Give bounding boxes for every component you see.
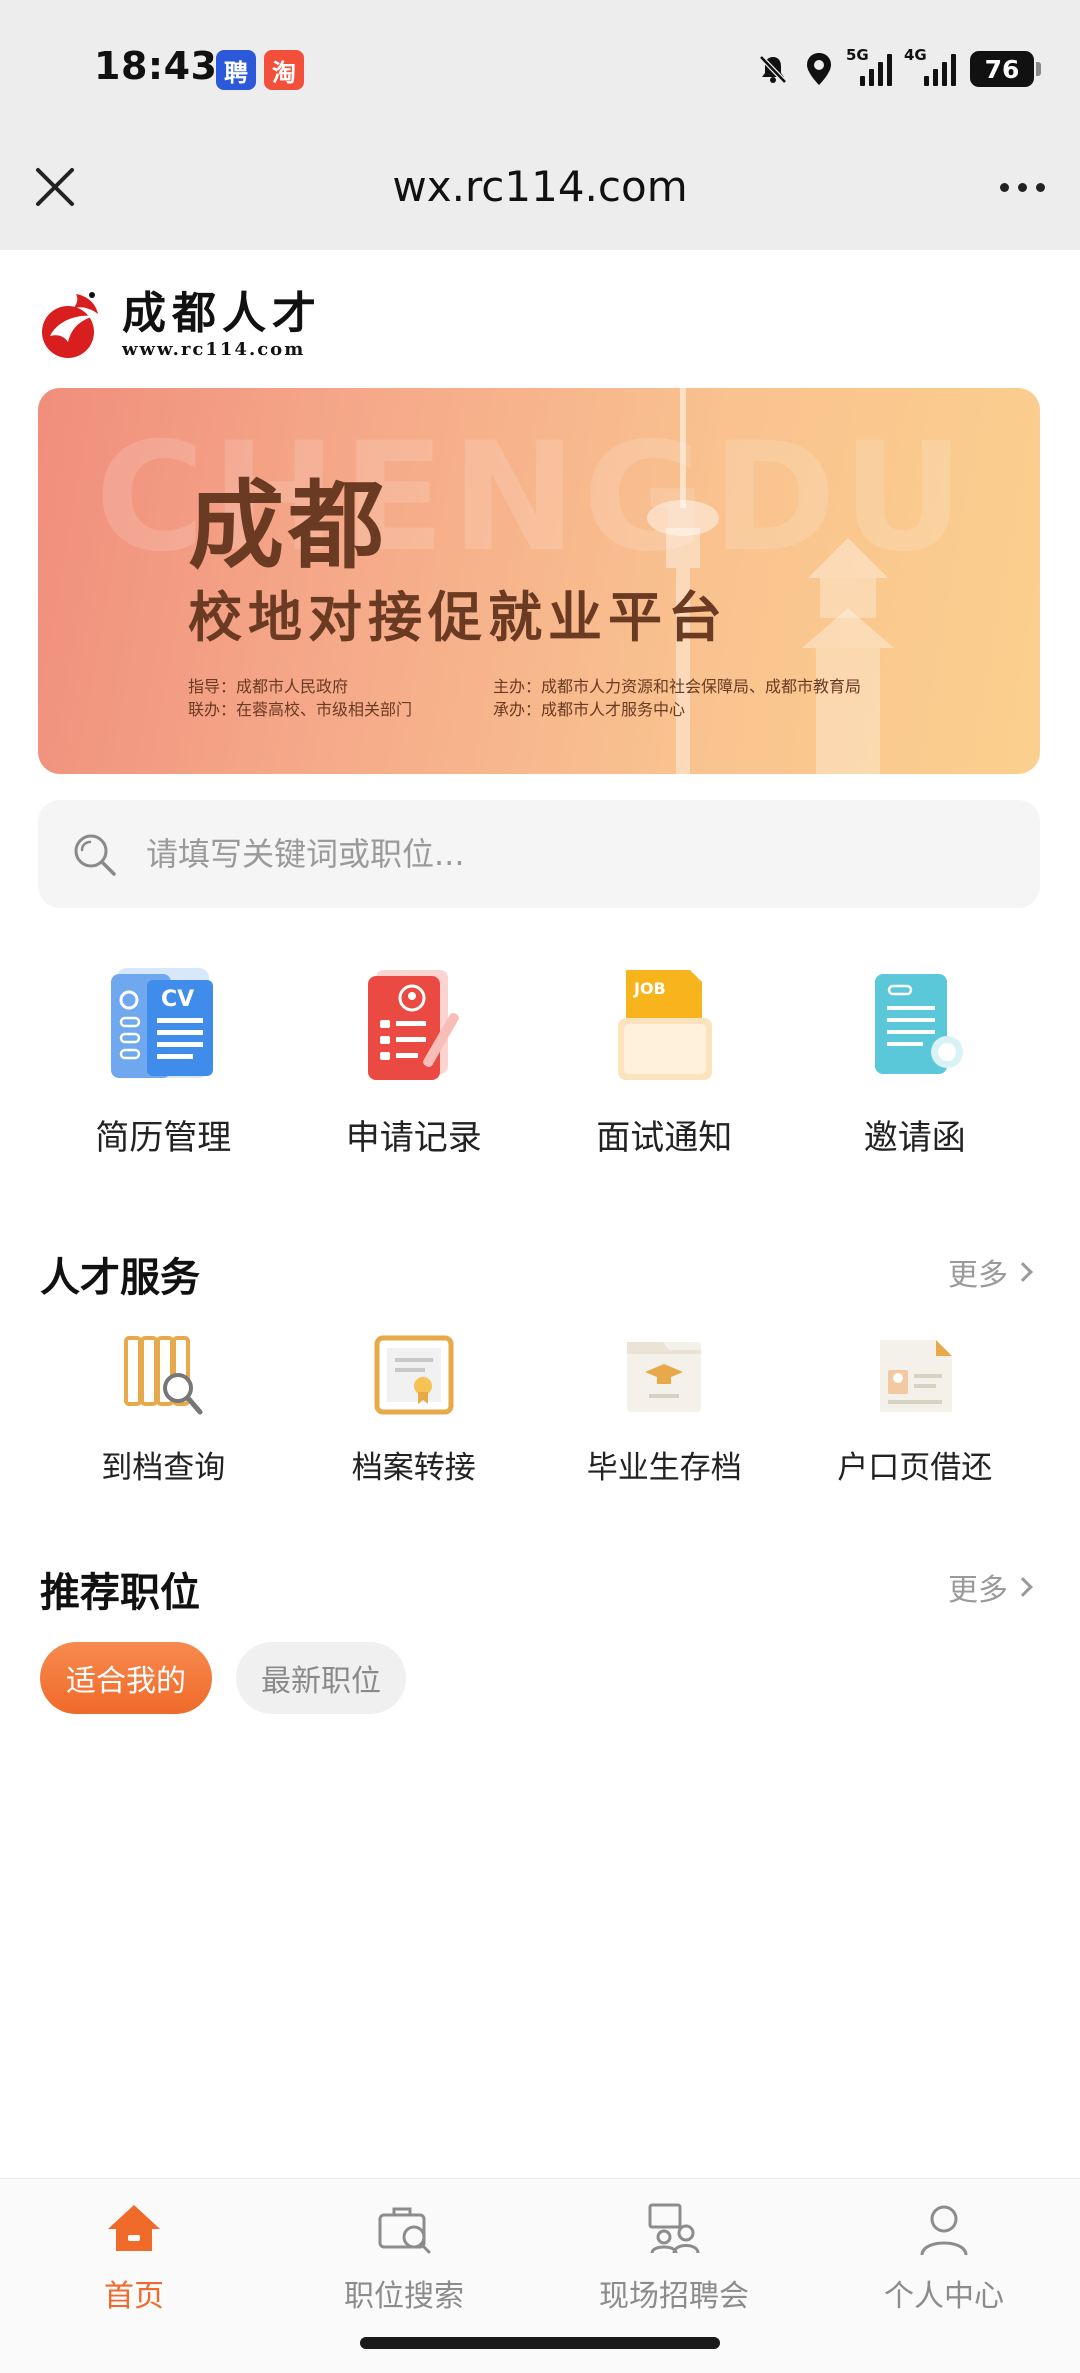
- tag-suitable-for-me[interactable]: 适合我的: [40, 1642, 212, 1714]
- logo-url: www.rc114.com: [122, 338, 306, 360]
- search-bar[interactable]: [38, 800, 1040, 908]
- recommended-jobs-title: 推荐职位: [40, 1570, 200, 1616]
- graduate-archive-icon: [627, 1342, 702, 1412]
- talent-services-title: 人才服务: [40, 1255, 200, 1301]
- tag-latest-jobs[interactable]: 最新职位: [236, 1642, 406, 1714]
- more-dot: [1017, 182, 1027, 192]
- more-label: 更多: [948, 1573, 1008, 1608]
- household-page-icon: [879, 1340, 952, 1412]
- talent-services-more-link[interactable]: 更多: [948, 1250, 1033, 1294]
- more-dot: [1035, 182, 1045, 192]
- service-label: 户口页借还: [837, 1450, 993, 1486]
- search-input[interactable]: [146, 800, 1006, 908]
- svg-text:JOB: JOB: [633, 979, 666, 998]
- taobao-app-icon: 淘: [264, 50, 304, 90]
- service-household-page[interactable]: 户口页借还: [795, 1330, 1035, 1500]
- person-icon: [920, 2205, 968, 2256]
- quick-entry-label: 面试通知: [596, 1118, 733, 1158]
- quick-entry-applications[interactable]: 申请记录: [294, 960, 534, 1190]
- signal-4g-icon: 4G: [904, 46, 956, 86]
- status-indicators: 5G 4G 76: [756, 46, 1041, 92]
- invitation-letter-icon: [874, 974, 963, 1074]
- recruit-app-icon: 聘: [216, 50, 256, 90]
- pagoda-illustration: [802, 538, 894, 774]
- promo-banner[interactable]: CHENGDU 成都 校地对接促就业平台 指导：成都市人民政府 联办：在蓉高校、…: [38, 388, 1040, 774]
- status-bar: 18:43 聘 淘 5G 4G 76: [0, 0, 1080, 140]
- quick-entry-label: 简历管理: [95, 1118, 232, 1158]
- status-time: 18:43: [94, 44, 218, 88]
- resume-cv-icon: CV: [111, 968, 214, 1078]
- service-label: 档案转接: [351, 1450, 476, 1486]
- certificate-transfer-icon: [374, 1335, 454, 1415]
- banner-title-main: 成都: [188, 470, 388, 582]
- tab-label: 职位搜索: [344, 2279, 464, 2314]
- more-menu-button[interactable]: [992, 162, 1052, 212]
- banner-organizer: 承办：成都市人才服务中心: [493, 700, 686, 719]
- briefcase-search-icon: [378, 2207, 431, 2254]
- tab-label: 个人中心: [884, 2279, 1004, 2314]
- home-icon: [108, 2205, 160, 2251]
- service-graduate-archive[interactable]: 毕业生存档: [544, 1330, 784, 1500]
- quick-entry-resume[interactable]: CV 简历管理: [43, 960, 283, 1190]
- quick-entry-label: 邀请函: [863, 1118, 966, 1158]
- sun-bird-logo-icon: [42, 292, 98, 358]
- tab-home[interactable]: 首页: [34, 2199, 234, 2315]
- tab-job-fair[interactable]: 现场招聘会: [574, 2199, 774, 2315]
- chevron-right-icon: [1013, 1262, 1033, 1282]
- banner-host: 主办：成都市人力资源和社会保障局、成都市教育局: [493, 677, 862, 696]
- more-dot: [999, 182, 1009, 192]
- signal-5g-icon: 5G: [846, 46, 892, 86]
- tab-label: 首页: [104, 2279, 164, 2314]
- search-icon: [74, 834, 116, 876]
- location-icon: [807, 53, 831, 85]
- tab-profile[interactable]: 个人中心: [844, 2199, 1044, 2315]
- quick-entry-label: 申请记录: [345, 1118, 482, 1158]
- quick-entry-grid: CV 简历管理 申请记录 JOB 面试通知 邀请函: [38, 960, 1040, 1190]
- banner-joint: 联办：在蓉高校、市级相关部门: [188, 700, 413, 719]
- page-url-title: wx.rc114.com: [392, 162, 688, 211]
- svg-text:CV: CV: [161, 987, 194, 1012]
- tab-label: 现场招聘会: [599, 2279, 749, 2314]
- talent-services-grid: 到档查询 档案转接 毕业生存档 户口页借还: [38, 1330, 1040, 1500]
- service-label: 到档查询: [101, 1450, 226, 1486]
- application-record-icon: [367, 970, 459, 1080]
- archive-search-icon: [124, 1336, 203, 1415]
- site-logo[interactable]: 成都人才 www.rc114.com: [38, 286, 322, 362]
- service-archive-query[interactable]: 到档查询: [43, 1330, 283, 1500]
- more-label: 更多: [948, 1258, 1008, 1293]
- quick-entry-invitation[interactable]: 邀请函: [795, 960, 1035, 1190]
- job-folder-icon: JOB: [618, 970, 713, 1080]
- logo-name: 成都人才: [122, 287, 322, 339]
- tab-job-search[interactable]: 职位搜索: [304, 2199, 504, 2315]
- recommended-jobs-more-link[interactable]: 更多: [948, 1565, 1033, 1609]
- banner-guide: 指导：成都市人民政府: [188, 677, 349, 696]
- chevron-right-icon: [1013, 1577, 1033, 1597]
- mute-bell-icon: [759, 55, 787, 84]
- service-archive-transfer[interactable]: 档案转接: [294, 1330, 534, 1500]
- quick-entry-interview[interactable]: JOB 面试通知: [544, 960, 784, 1190]
- job-fair-icon: [648, 2203, 700, 2254]
- banner-title-sub: 校地对接促就业平台: [188, 586, 728, 649]
- service-label: 毕业生存档: [586, 1450, 742, 1486]
- battery-indicator: 76: [970, 51, 1041, 87]
- home-indicator[interactable]: [360, 2337, 720, 2349]
- browser-bar: wx.rc114.com: [0, 140, 1080, 250]
